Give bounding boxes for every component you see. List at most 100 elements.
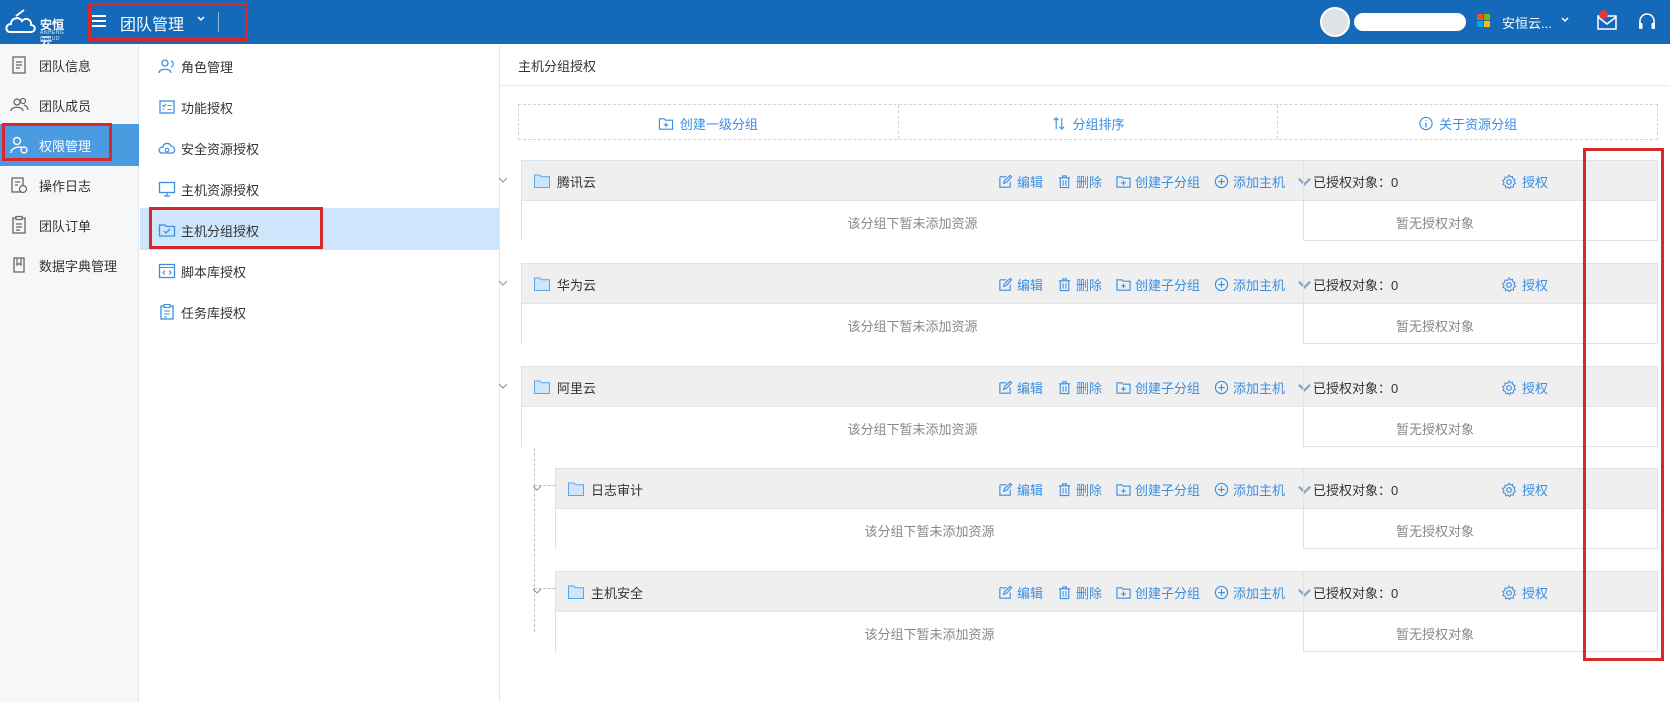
grant-button[interactable]: 授权 — [1501, 378, 1548, 397]
create-subgroup-button[interactable]: 创建子分组 — [1116, 378, 1200, 397]
caret-down-icon[interactable] — [1297, 277, 1312, 292]
gear-icon — [1501, 276, 1517, 292]
add-host-button[interactable]: 添加主机 — [1214, 172, 1312, 191]
code-icon — [158, 263, 176, 279]
create-subgroup-button[interactable]: 创建子分组 — [1116, 583, 1200, 602]
grant-button[interactable]: 授权 — [1501, 172, 1548, 191]
grant-button[interactable]: 授权 — [1501, 480, 1548, 499]
collapse-toggle-icon[interactable] — [532, 587, 542, 595]
nav-item-team-members[interactable]: 团队成员 — [0, 84, 139, 126]
sort-groups-button[interactable]: 分组排序 — [899, 105, 1279, 139]
delete-button[interactable]: 删除 — [1057, 275, 1102, 294]
trash-icon — [1058, 381, 1071, 395]
org-name[interactable]: 安恒云... — [1502, 13, 1552, 32]
edit-button[interactable]: 编辑 — [998, 172, 1043, 191]
collapse-toggle-icon[interactable] — [532, 484, 542, 492]
delete-button[interactable]: 删除 — [1057, 172, 1102, 191]
folder-icon — [534, 277, 550, 291]
edit-button[interactable]: 编辑 — [998, 275, 1043, 294]
edit-button[interactable]: 编辑 — [998, 378, 1043, 397]
add-host-button[interactable]: 添加主机 — [1214, 480, 1312, 499]
caret-down-icon[interactable] — [1297, 585, 1312, 600]
sub-item-security-resource-auth[interactable]: 安全资源授权 — [140, 126, 499, 168]
headset-icon[interactable] — [1637, 12, 1657, 32]
folder-plus-icon — [1116, 484, 1131, 496]
delete-button[interactable]: 删除 — [1057, 378, 1102, 397]
authorized-count: 已授权对象：0 — [1313, 175, 1399, 190]
breadcrumb: 主机分组授权 — [518, 59, 597, 74]
nav-item-team-info[interactable]: 团队信息 — [0, 44, 139, 86]
create-subgroup-button[interactable]: 创建子分组 — [1116, 480, 1200, 499]
add-host-button[interactable]: 添加主机 — [1214, 378, 1312, 397]
sub-item-task-library-auth[interactable]: 任务库授权 — [140, 290, 499, 332]
group-name[interactable]: 腾讯云 — [557, 172, 596, 191]
about-groups-button[interactable]: 关于资源分组 — [1278, 105, 1657, 139]
chevron-down-icon[interactable] — [1561, 16, 1569, 24]
nav-label: 团队信息 — [39, 59, 92, 74]
group-header: 主机安全 编辑 删除 创建子分组 添加主机 已授权对象：0 授权 — [556, 572, 1657, 612]
delete-button[interactable]: 删除 — [1057, 480, 1102, 499]
no-auth-text: 暂无授权对象 — [1396, 627, 1475, 642]
no-auth-text: 暂无授权对象 — [1396, 524, 1475, 539]
sort-icon — [1053, 117, 1065, 130]
notification-dot — [1599, 10, 1608, 19]
authorized-count: 已授权对象：0 — [1313, 586, 1399, 601]
authorized-count: 已授权对象：0 — [1313, 381, 1399, 396]
group-actions: 编辑 删除 创建子分组 添加主机 — [998, 275, 1312, 294]
hamburger-menu-icon[interactable] — [92, 15, 106, 27]
collapse-toggle-icon[interactable] — [498, 176, 508, 184]
grant-button[interactable]: 授权 — [1501, 275, 1548, 294]
add-host-label: 添加主机 — [1233, 483, 1286, 498]
caret-down-icon[interactable] — [1297, 174, 1312, 189]
group-name[interactable]: 主机安全 — [591, 583, 643, 602]
chevron-down-icon[interactable] — [197, 15, 205, 23]
create-subgroup-button[interactable]: 创建子分组 — [1116, 275, 1200, 294]
plus-circle-icon — [1214, 277, 1229, 292]
nav-item-operation-log[interactable]: 操作日志 — [0, 164, 139, 206]
sub-item-function-auth[interactable]: 功能授权 — [140, 85, 499, 127]
folder-icon — [534, 380, 550, 394]
group-column-divider — [1303, 264, 1304, 344]
username-redacted[interactable] — [1354, 13, 1466, 31]
no-auth-text: 暂无授权对象 — [1396, 216, 1475, 231]
edit-button[interactable]: 编辑 — [998, 583, 1043, 602]
sub-nav-highlight-box — [149, 207, 323, 249]
edit-label: 编辑 — [1017, 278, 1044, 293]
info-icon — [1419, 116, 1433, 131]
main-content: 主机分组授权 创建一级分组 分组排序 关于资源分组 腾讯云 编辑 删除 创建子分组 添加… — [498, 44, 1670, 702]
caret-down-icon[interactable] — [1297, 380, 1312, 395]
brand-logo[interactable]: 安恒云 ANHENG CLOUD — [4, 6, 74, 49]
nav-item-team-orders[interactable]: 团队订单 — [0, 204, 139, 246]
authorized-count: 已授权对象：0 — [1313, 278, 1399, 293]
create-group-button[interactable]: 创建一级分组 — [519, 105, 899, 139]
sub-item-script-library-auth[interactable]: 脚本库授权 — [140, 249, 499, 291]
collapse-toggle-icon[interactable] — [498, 279, 508, 287]
caret-down-icon[interactable] — [1297, 482, 1312, 497]
group-header: 腾讯云 编辑 删除 创建子分组 添加主机 已授权对象：0 授权 — [522, 161, 1657, 201]
team-title[interactable]: 团队管理 — [120, 11, 184, 35]
delete-button[interactable]: 删除 — [1057, 583, 1102, 602]
group-name[interactable]: 华为云 — [557, 275, 596, 294]
sub-item-role-management[interactable]: 角色管理 — [140, 44, 499, 86]
nav-label: 操作日志 — [39, 179, 92, 194]
folder-plus-icon — [659, 118, 674, 130]
add-host-label: 添加主机 — [1233, 175, 1286, 190]
sub-item-host-resource-auth[interactable]: 主机资源授权 — [140, 167, 499, 209]
group-name[interactable]: 阿里云 — [557, 378, 596, 397]
book-icon — [13, 257, 25, 273]
avatar[interactable] — [1320, 7, 1350, 37]
collapse-toggle-icon[interactable] — [498, 382, 508, 390]
create-subgroup-button[interactable]: 创建子分组 — [1116, 172, 1200, 191]
no-auth-text: 暂无授权对象 — [1396, 422, 1475, 437]
grant-button[interactable]: 授权 — [1501, 583, 1548, 602]
nav-item-data-dictionary[interactable]: 数据字典管理 — [0, 244, 139, 286]
add-host-button[interactable]: 添加主机 — [1214, 275, 1312, 294]
add-host-label: 添加主机 — [1233, 278, 1286, 293]
create-subgroup-label: 创建子分组 — [1135, 381, 1201, 396]
edit-button[interactable]: 编辑 — [998, 480, 1043, 499]
group-name[interactable]: 日志审计 — [591, 480, 643, 499]
nav-label: 团队订单 — [39, 219, 92, 234]
create-subgroup-label: 创建子分组 — [1135, 175, 1201, 190]
create-subgroup-label: 创建子分组 — [1135, 278, 1201, 293]
add-host-button[interactable]: 添加主机 — [1214, 583, 1312, 602]
